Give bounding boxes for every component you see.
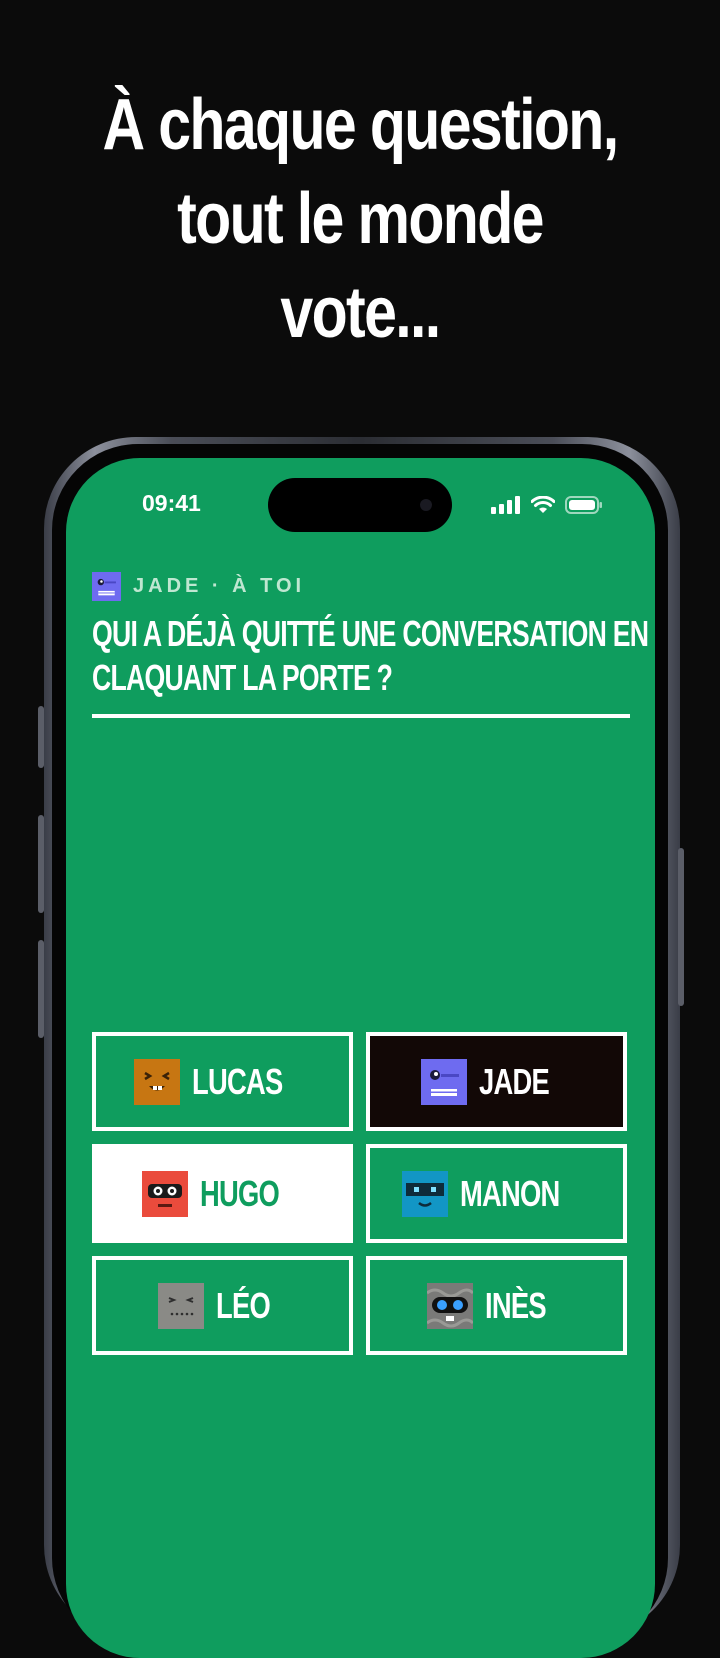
player-name: LUCAS (192, 1060, 283, 1102)
headline-line-2: tout le monde (177, 179, 544, 259)
action-button (38, 706, 44, 768)
player-name: JADE (479, 1060, 550, 1102)
question-line-2: CLAQUANT LA PORTE ? (92, 657, 393, 698)
question-line-1: QUI A DÉJÀ QUITTÉ UNE CONVERSATION EN (92, 613, 649, 654)
power-button (678, 848, 684, 1006)
player-turn-label: JADE · À TOI (133, 575, 306, 597)
status-time: 09:41 (142, 490, 201, 516)
player-button-jade[interactable]: JADE (366, 1032, 627, 1131)
leo-avatar-icon (157, 1282, 204, 1329)
player-button-hugo[interactable]: HUGO (92, 1144, 353, 1243)
player-button-lucas[interactable]: LUCAS (92, 1032, 353, 1131)
player-name: LÉO (215, 1284, 271, 1326)
question-divider (92, 714, 630, 718)
volume-down-button (38, 940, 44, 1038)
status-icons (491, 496, 603, 514)
battery-icon (565, 496, 602, 514)
phone-screen: 09:41 JADE · À TOI QUI A DÉJÀ QUITTÉ UNE… (66, 458, 655, 1658)
player-button-leo[interactable]: LÉO (92, 1256, 353, 1355)
dynamic-island (268, 478, 452, 532)
jade-avatar-icon (92, 572, 121, 601)
ines-avatar-icon (427, 1282, 474, 1329)
front-camera-icon (420, 499, 432, 511)
volume-up-button (38, 815, 44, 913)
player-name: HUGO (199, 1172, 280, 1214)
question-header: JADE · À TOI (92, 572, 305, 601)
player-name: INÈS (485, 1284, 547, 1326)
player-button-ines[interactable]: INÈS (366, 1256, 627, 1355)
question-text: QUI A DÉJÀ QUITTÉ UNE CONVERSATION EN CL… (92, 612, 649, 700)
player-vote-grid: LUCAS JADE HUGO MANON LÉO INÈS (92, 1032, 627, 1355)
headline: À chaque question, tout le monde vote... (65, 78, 655, 360)
signal-icon (491, 496, 520, 514)
headline-line-1: À chaque question, (102, 85, 619, 165)
headline-line-3: vote... (280, 273, 441, 353)
player-button-manon[interactable]: MANON (366, 1144, 627, 1243)
lucas-avatar-icon (134, 1058, 180, 1105)
manon-avatar-icon (402, 1170, 448, 1217)
hugo-avatar-icon (141, 1170, 188, 1217)
wifi-icon (531, 496, 555, 513)
jade-avatar-icon (421, 1058, 468, 1105)
player-name: MANON (460, 1172, 560, 1214)
